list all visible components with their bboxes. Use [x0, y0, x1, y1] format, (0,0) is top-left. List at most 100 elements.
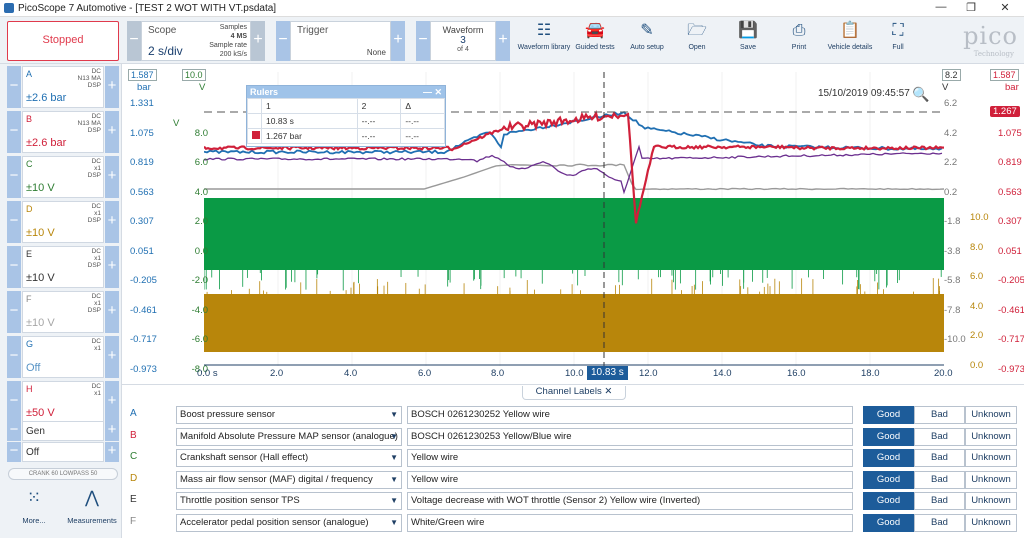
sensor-dropdown[interactable]: Boost pressure sensor ▼ [176, 406, 402, 424]
channel-g-increase-button[interactable]: + [105, 336, 119, 378]
open-button[interactable]: 🗁 Open [670, 19, 724, 63]
rulers-header[interactable]: Rulers — ✕ [247, 86, 445, 98]
channel-labels-close-icon[interactable]: ✕ [604, 386, 612, 397]
sensor-dropdown[interactable]: Throttle position sensor TPS ▼ [176, 492, 402, 511]
gen-increase-button[interactable]: + [105, 421, 119, 441]
channel-note-field[interactable]: White/Green wire [407, 514, 853, 532]
sensor-dropdown[interactable]: Accelerator pedal position sensor (analo… [176, 514, 402, 532]
channel-d-decrease-button[interactable]: − [7, 201, 21, 243]
good-button[interactable]: Good [863, 470, 914, 489]
waveform-previous-button[interactable]: − [416, 21, 430, 61]
channel-labels-tab[interactable]: Channel Labels ✕ [522, 386, 626, 400]
scope-settings[interactable]: Scope 2 s/div Samples 4 MS Sample rate 2… [141, 21, 251, 61]
unknown-button[interactable]: Unknown [965, 514, 1017, 532]
gen-state-increase-button[interactable]: + [105, 442, 119, 462]
minimize-icon[interactable]: — [926, 1, 956, 16]
gen-state-decrease-button[interactable]: − [7, 442, 21, 462]
bad-button[interactable]: Bad [914, 514, 965, 532]
channel-g-decrease-button[interactable]: − [7, 336, 21, 378]
gen-decrease-button[interactable]: − [7, 421, 21, 441]
waveform-library-button[interactable]: ☷ Waveform library [517, 19, 571, 63]
channel-f-settings[interactable]: F DC x1 DSP ±10 V [22, 291, 104, 333]
chevron-down-icon[interactable]: ▼ [390, 407, 398, 423]
sensor-dropdown[interactable]: Manifold Absolute Pressure MAP sensor (a… [176, 427, 402, 446]
channel-c-settings[interactable]: C DC x1 DSP ±10 V [22, 156, 104, 198]
trigger-increase-button[interactable]: + [391, 21, 405, 61]
trigger-decrease-button[interactable]: − [276, 21, 290, 61]
channel-f-control[interactable]: − F DC x1 DSP ±10 V + [7, 291, 119, 333]
waveform-next-button[interactable]: + [496, 21, 510, 61]
chevron-down-icon[interactable]: ▼ [390, 493, 398, 509]
channel-d-control[interactable]: − D DC x1 DSP ±10 V + [7, 201, 119, 243]
gen-settings[interactable]: Gen [22, 421, 104, 441]
good-button[interactable]: Good [863, 449, 914, 468]
bad-button[interactable]: Bad [914, 470, 965, 489]
channel-g-settings[interactable]: G DC x1 Off [22, 336, 104, 378]
good-button[interactable]: Good [863, 492, 914, 511]
chevron-down-icon[interactable]: ▼ [390, 515, 398, 531]
bad-button[interactable]: Bad [914, 449, 965, 468]
measurements-button[interactable]: ⋀ Measurements [64, 482, 120, 532]
unknown-button[interactable]: Unknown [965, 427, 1017, 446]
time-cursor-label[interactable]: 10.83 s [587, 366, 628, 380]
save-button[interactable]: 💾 Save [721, 19, 775, 63]
channel-g-control[interactable]: − G DC x1 Off + [7, 336, 119, 378]
start-stop-button[interactable]: Stopped [7, 21, 119, 61]
sensor-dropdown[interactable]: Mass air flow sensor (MAF) digital / fre… [176, 470, 402, 489]
restore-icon[interactable]: ❐ [956, 1, 986, 16]
full-screen-button[interactable]: ⛶ Full [874, 19, 922, 63]
channel-h-decrease-button[interactable]: − [7, 381, 21, 423]
good-button[interactable]: Good [863, 427, 914, 446]
chevron-down-icon[interactable]: ▼ [390, 450, 398, 466]
unknown-button[interactable]: Unknown [965, 470, 1017, 489]
channel-b-decrease-button[interactable]: − [7, 111, 21, 153]
channel-b-control[interactable]: − B DC N13 MA DSP ±2.6 bar + [7, 111, 119, 153]
channel-d-increase-button[interactable]: + [105, 201, 119, 243]
unknown-button[interactable]: Unknown [965, 406, 1017, 424]
bad-button[interactable]: Bad [914, 427, 965, 446]
channel-c-decrease-button[interactable]: − [7, 156, 21, 198]
channel-h-settings[interactable]: H DC x1 ±50 V [22, 381, 104, 423]
vehicle-details-button[interactable]: 📋 Vehicle details [823, 19, 877, 63]
good-button[interactable]: Good [863, 514, 914, 532]
channel-a-decrease-button[interactable]: − [7, 66, 21, 108]
channel-note-field[interactable]: Yellow wire [407, 449, 853, 468]
signal-generator-control[interactable]: − Gen + [7, 421, 119, 441]
channel-e-decrease-button[interactable]: − [7, 246, 21, 288]
channel-h-control[interactable]: − H DC x1 ±50 V + [7, 381, 119, 423]
channel-f-decrease-button[interactable]: − [7, 291, 21, 333]
channel-f-increase-button[interactable]: + [105, 291, 119, 333]
sensor-dropdown[interactable]: Crankshaft sensor (Hall effect) ▼ [176, 449, 402, 468]
good-button[interactable]: Good [863, 406, 914, 424]
gen-state-settings[interactable]: Off [22, 442, 104, 462]
channel-c-control[interactable]: − C DC x1 DSP ±10 V + [7, 156, 119, 198]
channel-e-increase-button[interactable]: + [105, 246, 119, 288]
chevron-down-icon[interactable]: ▼ [390, 472, 398, 488]
channel-note-field[interactable]: Voltage decrease with WOT throttle (Sens… [407, 492, 853, 511]
print-button[interactable]: ⎙ Print [772, 19, 826, 63]
channel-h-increase-button[interactable]: + [105, 381, 119, 423]
channel-note-field[interactable]: Yellow wire [407, 470, 853, 489]
guided-tests-button[interactable]: 🚘 Guided tests [568, 19, 622, 63]
unknown-button[interactable]: Unknown [965, 449, 1017, 468]
channel-note-field[interactable]: BOSCH 0261230253 Yellow/Blue wire [407, 427, 853, 446]
bad-button[interactable]: Bad [914, 492, 965, 511]
signal-generator-state[interactable]: − Off + [7, 442, 119, 462]
channel-c-increase-button[interactable]: + [105, 156, 119, 198]
channel-b-increase-button[interactable]: + [105, 111, 119, 153]
more-button[interactable]: ⁙ More... [6, 482, 62, 532]
channel-b-settings[interactable]: B DC N13 MA DSP ±2.6 bar [22, 111, 104, 153]
channel-d-settings[interactable]: D DC x1 DSP ±10 V [22, 201, 104, 243]
channel-e-control[interactable]: − E DC x1 DSP ±10 V + [7, 246, 119, 288]
channel-note-field[interactable]: BOSCH 0261230252 Yellow wire [407, 406, 853, 424]
unknown-button[interactable]: Unknown [965, 492, 1017, 511]
rulers-window[interactable]: Rulers — ✕ 1 2 Δ 10.83 s --.-- --.-- 1.2… [246, 85, 446, 147]
filter-indicator[interactable]: CRANK 60 LOWPASS 50 [8, 468, 118, 480]
channel-e-settings[interactable]: E DC x1 DSP ±10 V [22, 246, 104, 288]
zoom-icon[interactable]: 🔍 [912, 86, 929, 103]
close-icon[interactable]: ✕ [990, 1, 1020, 16]
chevron-down-icon[interactable]: ▼ [390, 429, 398, 445]
bad-button[interactable]: Bad [914, 406, 965, 424]
channel-a-increase-button[interactable]: + [105, 66, 119, 108]
scope-increase-button[interactable]: + [251, 21, 265, 61]
